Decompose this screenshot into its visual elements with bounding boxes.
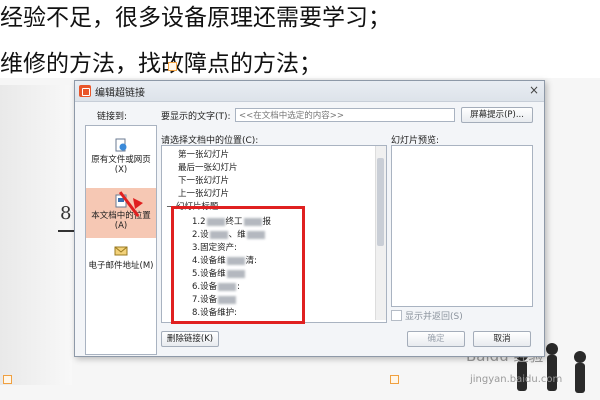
tree-scrollbar[interactable]	[375, 146, 386, 320]
file-web-icon	[115, 138, 127, 152]
slide-preview	[391, 145, 533, 307]
show-and-return-label: 显示并返回(S)	[405, 312, 463, 322]
link-type-nav: 原有文件或网页(X) 本文档中的位置(A) 电子邮件地址(M)	[85, 125, 157, 355]
selection-handle[interactable]	[3, 375, 12, 384]
nav-label: 本文档中的位置(A)	[91, 211, 151, 231]
email-icon	[114, 246, 128, 256]
tree-item[interactable]: 最后一张幻灯片	[178, 161, 238, 173]
cancel-button[interactable]: 取消	[473, 331, 531, 347]
screentip-button[interactable]: 屏幕提示(P)...	[461, 107, 533, 123]
dialog-title: 编辑超链接	[95, 88, 145, 99]
show-and-return-checkbox[interactable]	[391, 310, 402, 321]
selection-handle[interactable]	[390, 375, 399, 384]
tree-item[interactable]: 下一张幻灯片	[178, 174, 229, 186]
nav-existing-file[interactable]: 原有文件或网页(X)	[86, 138, 156, 182]
highlight-frame	[171, 206, 305, 324]
nav-label: 电子邮件地址(M)	[88, 261, 154, 271]
nav-label: 原有文件或网页(X)	[91, 155, 151, 175]
tree-item[interactable]: 第一张幻灯片	[178, 148, 229, 160]
document-line-2: 维修的方法，找故障点的方法；	[0, 51, 322, 77]
watermark-url: jingyan.baidu.com	[470, 374, 563, 385]
tree-item[interactable]: 上一张幻灯片	[178, 187, 229, 199]
slide-number-mark: 8	[60, 203, 72, 224]
document-line-1: 经验不足，很多设备原理还需要学习；	[0, 5, 391, 31]
selection-handle[interactable]	[168, 62, 177, 71]
app-icon	[79, 85, 91, 97]
edit-hyperlink-dialog: 编辑超链接 × 链接到: 要显示的文字(T): <<在文档中选定的内容>> 屏幕…	[74, 80, 545, 357]
scrollbar-thumb[interactable]	[377, 158, 384, 246]
dialog-titlebar[interactable]: 编辑超链接 ×	[75, 81, 544, 102]
nav-email-address[interactable]: 电子邮件地址(M)	[86, 244, 156, 288]
display-text-label: 要显示的文字(T):	[161, 112, 231, 122]
ok-button[interactable]: 确定	[407, 331, 465, 347]
display-text-field[interactable]: <<在文档中选定的内容>>	[235, 108, 455, 122]
slide-shade	[0, 85, 72, 385]
remove-link-button[interactable]: 删除链接(K)	[161, 331, 219, 347]
close-icon[interactable]: ×	[529, 83, 539, 97]
link-to-label: 链接到:	[97, 112, 128, 122]
